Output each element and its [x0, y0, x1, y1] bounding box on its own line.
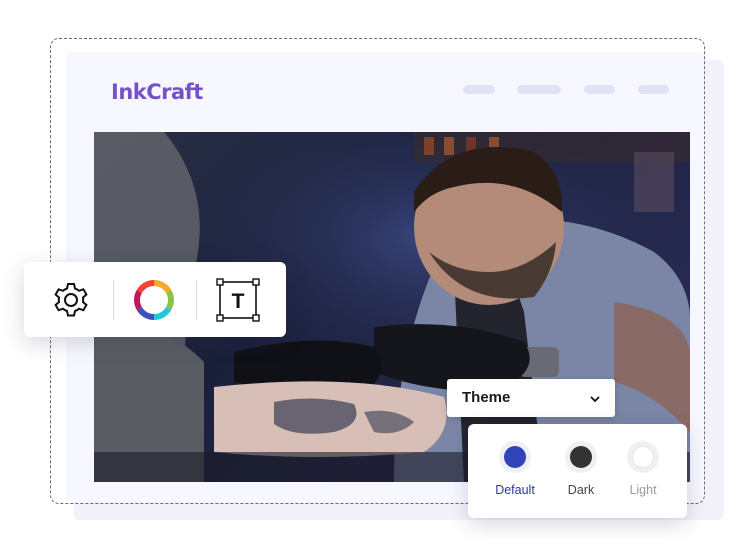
theme-dropdown[interactable]: Theme: [447, 379, 615, 417]
color-wheel-icon[interactable]: [134, 280, 174, 320]
theme-option-default[interactable]: Default: [485, 441, 545, 503]
gear-icon[interactable]: [51, 280, 91, 320]
editor-toolbar: T: [24, 262, 286, 337]
color-swatch: [570, 446, 592, 468]
brand-logo[interactable]: InkCraft: [111, 80, 203, 104]
chevron-down-icon: [589, 392, 601, 410]
nav-item-4[interactable]: [638, 85, 669, 94]
theme-options-panel: Default Dark Light: [468, 424, 687, 518]
theme-dropdown-label: Theme: [462, 389, 511, 406]
text-tool-icon[interactable]: T: [216, 278, 260, 322]
theme-option-label: Default: [495, 483, 535, 497]
theme-option-label: Dark: [567, 483, 595, 497]
toolbar-divider: [196, 280, 197, 320]
color-swatch: [504, 446, 526, 468]
toolbar-divider: [113, 280, 114, 320]
nav-item-3[interactable]: [584, 85, 615, 94]
theme-option-label: Light: [629, 483, 657, 497]
theme-option-dark[interactable]: Dark: [551, 441, 611, 503]
nav-item-1[interactable]: [463, 85, 495, 94]
text-tool-glyph: T: [232, 290, 245, 313]
nav-item-2[interactable]: [517, 85, 561, 94]
color-swatch: [632, 446, 654, 468]
theme-option-light[interactable]: Light: [613, 441, 673, 503]
